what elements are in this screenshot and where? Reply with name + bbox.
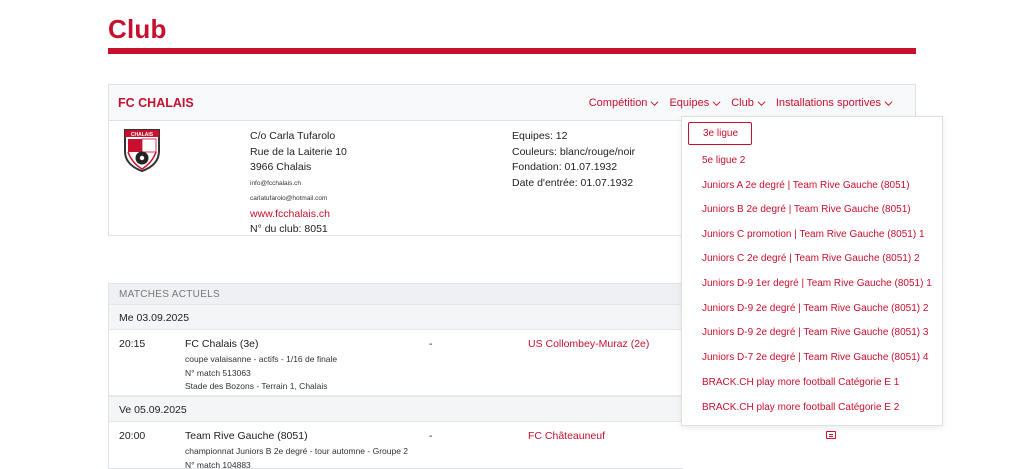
- dropdown-item[interactable]: Juniors D-9 2e degré | Team Rive Gauche …: [702, 303, 928, 314]
- chevron-down-icon: [650, 100, 659, 106]
- match-number: N° match 104883: [185, 459, 251, 469]
- chevron-down-icon: [712, 100, 721, 106]
- dropdown-item[interactable]: Juniors D-9 2e degré | Team Rive Gauche …: [702, 327, 928, 338]
- nav-equipes[interactable]: Equipes: [669, 97, 721, 109]
- club-info: Equipes: 12 Couleurs: blanc/rouge/noir F…: [512, 129, 635, 191]
- nav-installations[interactable]: Installations sportives: [776, 97, 893, 109]
- match-number: N° match 513063: [185, 367, 251, 378]
- match-date: Ve 05.09.2025: [109, 396, 683, 422]
- nav-label: Installations sportives: [775, 97, 881, 109]
- address-contact: C/o Carla Tufarolo: [250, 130, 336, 142]
- match-time: 20:00: [119, 430, 146, 442]
- dropdown-item[interactable]: BRACK.CH play more football Catégorie E …: [702, 402, 899, 413]
- dropdown-item[interactable]: 5e ligue 2: [702, 155, 745, 166]
- match-date: Me 03.09.2025: [109, 304, 683, 330]
- address-city: 3966 Chalais: [250, 161, 312, 173]
- equipes-dropdown: 3e ligue 5e ligue 2 Juniors A 2e degré |…: [681, 116, 943, 426]
- match-home-team: FC Chalais (3e): [185, 338, 259, 350]
- match-competition: coupe valaisanne - actifs - 1/16 de fina…: [185, 354, 338, 364]
- document-icon[interactable]: [826, 431, 836, 439]
- dropdown-item[interactable]: BRACK.CH play more football Catégorie E …: [702, 377, 899, 388]
- email-link[interactable]: carlatufarolo@hotmail.com: [250, 191, 347, 207]
- match-details: coupe valaisanne - actifs - 1/16 de fina…: [185, 353, 337, 394]
- club-name: FC CHALAIS: [118, 96, 194, 110]
- club-number: N° du club: 8051: [250, 223, 328, 235]
- dropdown-item[interactable]: Juniors C promotion | Team Rive Gauche (…: [702, 229, 925, 240]
- club-nav: Compétition Equipes Club Installations s…: [589, 97, 893, 109]
- dropdown-item[interactable]: Juniors C 2e degré | Team Rive Gauche (8…: [702, 253, 920, 264]
- club-address: C/o Carla Tufarolo Rue de la Laiterie 10…: [250, 129, 347, 238]
- info-colors: Couleurs: blanc/rouge/noir: [512, 145, 636, 158]
- match-row[interactable]: 20:15 FC Chalais (3e) coupe valaisanne -…: [109, 330, 683, 396]
- match-home-team: Team Rive Gauche (8051): [185, 430, 308, 442]
- match-separator: -: [429, 430, 433, 442]
- match-competition: championnat Juniors B 2e degré - tour au…: [185, 446, 409, 456]
- logo-text: CHALAIS: [131, 132, 154, 138]
- nav-label: Compétition: [588, 97, 648, 109]
- nav-competition[interactable]: Compétition: [589, 97, 660, 109]
- match-separator: -: [429, 338, 433, 350]
- match-time: 20:15: [119, 338, 146, 350]
- match-details: championnat Juniors B 2e degré - tour au…: [185, 445, 409, 469]
- address-street: Rue de la Laiterie 10: [250, 145, 347, 158]
- match-away-team[interactable]: US Collombey-Muraz (2e): [528, 338, 649, 350]
- dropdown-item[interactable]: 3e ligue: [688, 122, 752, 145]
- email-link[interactable]: info@fcchalais.ch: [250, 176, 347, 192]
- nav-label: Equipes: [669, 97, 710, 109]
- match-away-team[interactable]: FC Châteauneuf: [528, 430, 605, 442]
- chevron-down-icon: [884, 100, 893, 106]
- website-link[interactable]: www.fcchalais.ch: [250, 208, 330, 220]
- title-divider: [108, 48, 916, 54]
- match-venue: Stade des Bozons - Terrain 1, Chalais: [185, 381, 328, 391]
- chevron-down-icon: [757, 100, 766, 106]
- page-title: Club: [108, 14, 167, 44]
- info-entry-date: Date d'entrée: 01.07.1932: [512, 176, 634, 189]
- nav-club[interactable]: Club: [731, 97, 766, 109]
- dropdown-item[interactable]: Juniors D-7 2e degré | Team Rive Gauche …: [702, 352, 928, 363]
- dropdown-item[interactable]: Juniors D-9 1er degré | Team Rive Gauche…: [702, 278, 932, 289]
- info-founded: Fondation: 01.07.1932: [512, 161, 618, 173]
- match-row[interactable]: 20:00 Team Rive Gauche (8051) championna…: [109, 422, 683, 469]
- matches-header: MATCHES ACTUELS: [109, 284, 683, 304]
- club-logo: CHALAIS: [124, 129, 160, 173]
- nav-label: Club: [731, 97, 754, 109]
- info-teams: Equipes: 12: [512, 130, 568, 142]
- dropdown-item[interactable]: Juniors B 2e degré | Team Rive Gauche (8…: [702, 204, 911, 215]
- dropdown-item[interactable]: Juniors A 2e degré | Team Rive Gauche (8…: [702, 180, 910, 191]
- current-matches: MATCHES ACTUELS Me 03.09.2025 20:15 FC C…: [108, 283, 683, 469]
